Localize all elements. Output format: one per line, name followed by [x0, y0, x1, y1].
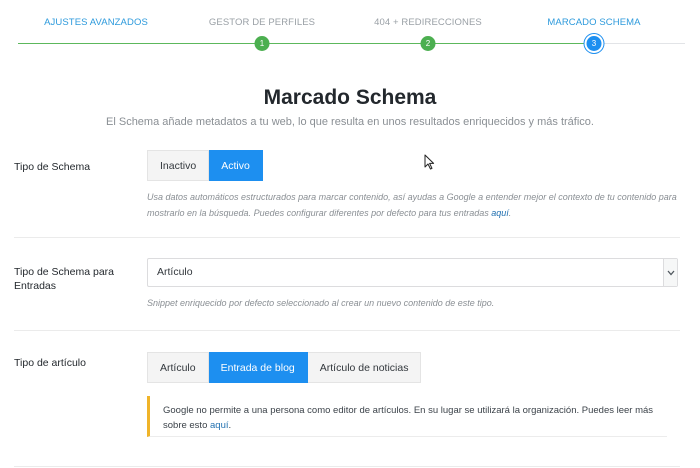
step-label-gestor-de-perfiles[interactable]: GESTOR DE PERFILES: [209, 17, 315, 28]
article-type-toggle: Artículo Entrada de blog Artículo de not…: [147, 352, 422, 383]
notice-text: Google no permite a una persona como edi…: [163, 405, 654, 431]
article-type-articulo-button[interactable]: Artículo: [147, 352, 209, 383]
page-title: Marcado Schema: [263, 86, 437, 109]
posts-schema-label-line2: Entradas: [14, 280, 57, 292]
schema-type-toggle: Inactivo Activo: [147, 150, 263, 181]
stepper-progress-line: [18, 43, 595, 44]
posts-schema-label: Tipo de Schema para Entradas: [14, 265, 114, 293]
step-3-dot[interactable]: 3: [586, 36, 602, 51]
row-divider: [14, 466, 680, 467]
schema-type-description-text: Usa datos automáticos estructurados para…: [147, 192, 677, 218]
schema-type-label: Tipo de Schema: [14, 161, 91, 173]
step-label-404-redirecciones[interactable]: 404 + REDIRECCIONES: [374, 17, 482, 28]
step-label-ajustes-avanzados[interactable]: AJUSTES AVANZADOS: [44, 17, 148, 28]
posts-schema-description: Snippet enriquecido por defecto seleccio…: [147, 298, 495, 308]
posts-schema-label-line1: Tipo de Schema para: [14, 266, 115, 278]
row-divider: [14, 237, 680, 238]
article-type-notice: Google no permite a una persona como edi…: [147, 396, 667, 437]
progress-stepper: AJUSTES AVANZADOS GESTOR DE PERFILES 404…: [0, 0, 700, 60]
schema-type-description-link[interactable]: aquí: [491, 208, 509, 218]
schema-active-button[interactable]: Activo: [209, 150, 263, 181]
stepper-remaining-line: [595, 43, 685, 44]
schema-type-description: Usa datos automáticos estructurados para…: [147, 189, 682, 221]
step-1-dot[interactable]: 1: [254, 36, 270, 51]
notice-link[interactable]: aquí: [210, 420, 229, 431]
notice-text-end: .: [228, 420, 232, 431]
step-label-marcado-schema[interactable]: MARCADO SCHEMA: [547, 17, 640, 28]
schema-inactive-button[interactable]: Inactivo: [147, 150, 210, 181]
step-2-dot[interactable]: 2: [420, 36, 436, 51]
article-type-blog-post-button[interactable]: Entrada de blog: [208, 352, 308, 383]
posts-schema-select[interactable]: Artículo: [147, 258, 678, 287]
row-divider: [14, 330, 680, 331]
chevron-down-icon[interactable]: [663, 259, 677, 286]
posts-schema-selected-value: Artículo: [157, 266, 193, 278]
schema-type-description-end: .: [508, 208, 512, 218]
article-type-news-button[interactable]: Artículo de noticias: [307, 352, 422, 383]
article-type-label: Tipo de artículo: [14, 357, 86, 369]
page-subtitle: El Schema añade metadatos a tu web, lo q…: [106, 116, 594, 128]
mouse-cursor-icon: [424, 154, 435, 170]
